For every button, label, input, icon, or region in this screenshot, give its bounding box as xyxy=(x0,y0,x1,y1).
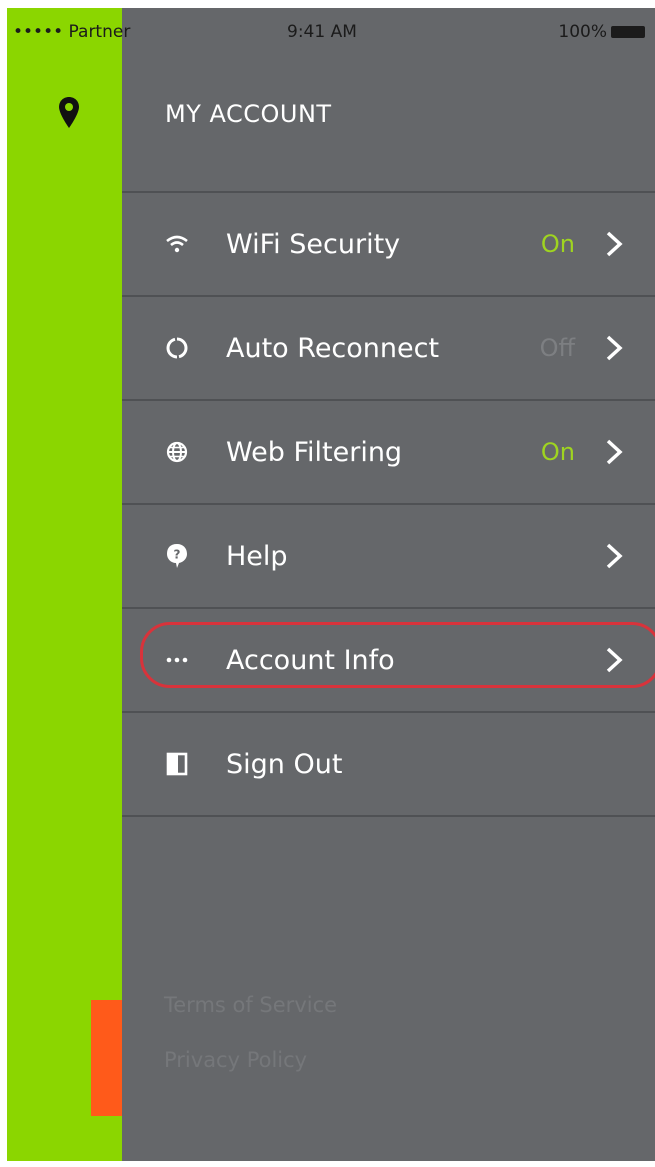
menu-item-wifi-security[interactable]: WiFi Security On xyxy=(122,191,655,295)
status-value: On xyxy=(540,230,575,258)
menu-item-help[interactable]: ? Help xyxy=(122,503,655,607)
sign-out-icon xyxy=(163,750,191,778)
status-value: Off xyxy=(539,334,575,362)
svg-text:?: ? xyxy=(174,548,181,562)
reconnect-icon xyxy=(163,334,191,362)
highlight-annotation xyxy=(140,622,655,688)
clock: 9:41 AM xyxy=(287,22,357,42)
carrier-label: ••••• Partner xyxy=(13,22,131,42)
terms-of-service-link[interactable]: Terms of Service xyxy=(164,993,337,1017)
battery-percent: 100% xyxy=(558,22,607,42)
page-title: MY ACCOUNT xyxy=(165,100,332,128)
menu-item-label: Sign Out xyxy=(226,748,343,780)
menu-item-label: Help xyxy=(226,540,288,572)
account-menu: WiFi Security On Auto Reconnect Off Web … xyxy=(122,191,655,817)
battery-indicator: 100% xyxy=(558,22,645,42)
chevron-right-icon xyxy=(606,335,623,361)
app-frame: ••••• Partner 9:41 AM 100% MY ACCOUNT Wi… xyxy=(7,8,655,1161)
menu-item-auto-reconnect[interactable]: Auto Reconnect Off xyxy=(122,295,655,399)
wifi-icon xyxy=(163,230,191,258)
menu-item-label: Auto Reconnect xyxy=(226,332,440,364)
chevron-right-icon xyxy=(606,543,623,569)
menu-item-sign-out[interactable]: Sign Out xyxy=(122,711,655,817)
menu-item-label: WiFi Security xyxy=(226,228,401,260)
chevron-right-icon xyxy=(606,439,623,465)
status-value: On xyxy=(540,438,575,466)
help-icon: ? xyxy=(163,542,191,570)
chevron-right-icon xyxy=(606,231,623,257)
location-pin-icon[interactable] xyxy=(57,96,81,130)
privacy-policy-link[interactable]: Privacy Policy xyxy=(164,1048,307,1072)
menu-item-web-filtering[interactable]: Web Filtering On xyxy=(122,399,655,503)
menu-item-label: Web Filtering xyxy=(226,436,403,468)
map-strip[interactable] xyxy=(7,8,122,1161)
battery-icon xyxy=(611,26,645,38)
status-bar: ••••• Partner 9:41 AM 100% xyxy=(7,8,655,48)
orange-tab xyxy=(91,1000,122,1116)
globe-icon xyxy=(163,438,191,466)
